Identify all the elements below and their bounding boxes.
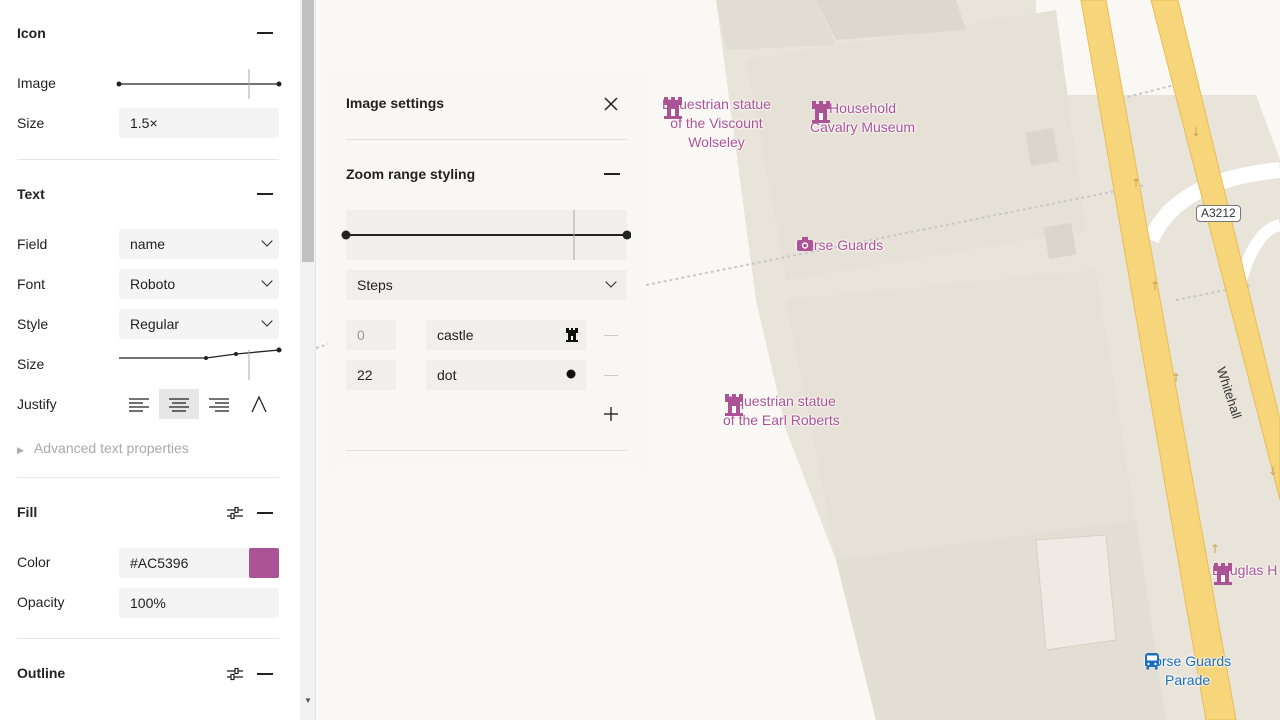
road-shield: A3212 bbox=[1196, 205, 1241, 222]
fill-color-label: Color bbox=[17, 554, 51, 570]
style-label: Style bbox=[17, 316, 49, 332]
castle-icon bbox=[1214, 563, 1232, 585]
bus-icon bbox=[1145, 653, 1159, 670]
collapse-text-section-button[interactable] bbox=[257, 193, 273, 195]
section-heading-icon: Icon bbox=[17, 25, 46, 41]
chevron-down-icon bbox=[261, 235, 273, 247]
sliders-icon[interactable] bbox=[226, 506, 244, 520]
close-icon[interactable] bbox=[603, 96, 619, 112]
field-select[interactable]: name bbox=[119, 229, 279, 259]
style-sidebar: Icon Image Size 1.5× Text Field name Fon… bbox=[0, 0, 300, 720]
castle-icon bbox=[725, 394, 743, 416]
image-label: Image bbox=[17, 75, 56, 91]
icon-size-input[interactable]: 1.5× bbox=[119, 108, 279, 138]
svg-text:↑: ↑ bbox=[1131, 176, 1141, 190]
chevron-down-icon bbox=[605, 276, 617, 288]
stop-zoom-input[interactable]: 22 bbox=[346, 360, 396, 390]
stop-zoom-input[interactable]: 0 bbox=[346, 320, 396, 350]
divider bbox=[346, 139, 627, 140]
fill-color-input[interactable]: #AC5396 bbox=[119, 548, 249, 578]
divider bbox=[17, 159, 279, 160]
poi-douglas[interactable]: Douglas H bbox=[1212, 561, 1277, 585]
image-settings-panel: Image settings Zoom range styling Steps … bbox=[330, 72, 644, 470]
add-stop-plus-icon[interactable] bbox=[603, 406, 619, 422]
svg-text:↓: ↓ bbox=[1268, 464, 1278, 478]
collapse-zoom-range-button[interactable] bbox=[604, 173, 620, 175]
caret-right-icon: ▶ bbox=[17, 445, 24, 455]
svg-text:↓: ↓ bbox=[1191, 125, 1201, 139]
font-select-value: Roboto bbox=[130, 276, 176, 292]
image-zoom-slider[interactable] bbox=[116, 68, 282, 100]
justify-right-button[interactable] bbox=[199, 389, 239, 419]
interpolation-value: Steps bbox=[357, 277, 393, 293]
collapse-fill-section-button[interactable] bbox=[257, 512, 273, 514]
svg-text:↑: ↑ bbox=[1171, 371, 1181, 385]
panel-title: Image settings bbox=[346, 95, 445, 111]
remove-stop-button[interactable] bbox=[604, 335, 618, 336]
collapse-outline-section-button[interactable] bbox=[257, 673, 273, 675]
castle-icon bbox=[664, 97, 682, 119]
stop-image-value: castle bbox=[437, 327, 474, 343]
justify-label: Justify bbox=[17, 396, 57, 412]
zoom-range-slider[interactable] bbox=[341, 210, 631, 260]
camera-icon bbox=[797, 237, 813, 251]
align-right-icon bbox=[209, 398, 229, 412]
divider bbox=[17, 638, 279, 639]
chevron-down-icon bbox=[261, 315, 273, 327]
poi-horse-guards-parade[interactable]: Horse Guards Parade bbox=[1144, 652, 1231, 690]
text-size-zoom-curve[interactable] bbox=[116, 340, 282, 380]
interpolation-select[interactable]: Steps bbox=[346, 270, 627, 300]
remove-stop-button[interactable] bbox=[604, 375, 618, 376]
justify-auto-button[interactable] bbox=[239, 389, 279, 419]
fill-color-swatch[interactable] bbox=[249, 548, 279, 578]
stop-image-value: dot bbox=[437, 367, 457, 383]
zoom-range-min-handle[interactable] bbox=[341, 230, 351, 240]
collapse-icon-section-button[interactable] bbox=[257, 32, 273, 34]
auto-text-icon bbox=[251, 395, 267, 413]
scroll-down-arrow-icon[interactable]: ▼ bbox=[304, 696, 312, 705]
section-heading-text: Text bbox=[17, 186, 45, 202]
zoom-range-track[interactable] bbox=[341, 210, 631, 260]
field-label: Field bbox=[17, 236, 48, 252]
section-heading-outline: Outline bbox=[17, 665, 66, 681]
section-heading-fill: Fill bbox=[17, 504, 38, 520]
justify-center-button[interactable] bbox=[159, 389, 199, 419]
chevron-down-icon bbox=[261, 275, 273, 287]
font-select[interactable]: Roboto bbox=[119, 269, 279, 299]
field-select-value: name bbox=[130, 236, 166, 252]
align-center-icon bbox=[169, 398, 189, 412]
sliders-icon[interactable] bbox=[226, 667, 244, 681]
poi-cavalry-museum[interactable]: Household Cavalry Museum bbox=[810, 99, 915, 137]
opacity-input[interactable]: 100% bbox=[119, 588, 279, 618]
justify-left-button[interactable] bbox=[119, 389, 159, 419]
opacity-label: Opacity bbox=[17, 594, 65, 610]
poi-horse-guards[interactable]: Horse Guards bbox=[796, 236, 883, 255]
icon-size-label: Size bbox=[17, 115, 45, 131]
advanced-text-toggle[interactable]: ▶ Advanced text properties bbox=[17, 440, 189, 456]
align-left-icon bbox=[129, 398, 149, 412]
zoom-range-max-handle[interactable] bbox=[622, 230, 632, 240]
sidebar-scrollbar[interactable]: ▼ bbox=[300, 0, 316, 720]
style-select-value: Regular bbox=[130, 316, 180, 332]
zoom-range-heading: Zoom range styling bbox=[346, 166, 476, 182]
castle-icon bbox=[566, 328, 578, 342]
poi-wolseley-statue[interactable]: Equestrian statue of the Viscount Wolsel… bbox=[662, 95, 771, 152]
svg-text:↑: ↑ bbox=[1210, 542, 1220, 556]
stop-image-input[interactable]: dot bbox=[426, 360, 586, 390]
castle-icon bbox=[812, 101, 830, 123]
advanced-text-label: Advanced text properties bbox=[33, 440, 189, 456]
font-label: Font bbox=[17, 276, 46, 292]
divider bbox=[17, 477, 279, 478]
stop-image-input[interactable]: castle bbox=[426, 320, 586, 350]
text-size-label: Size bbox=[17, 356, 45, 372]
svg-text:↑: ↑ bbox=[1150, 279, 1160, 293]
poi-roberts-statue[interactable]: Equestrian statue of the Earl Roberts bbox=[723, 392, 840, 430]
divider bbox=[346, 450, 627, 451]
dot-icon bbox=[566, 369, 576, 379]
scrollbar-thumb[interactable] bbox=[302, 0, 314, 262]
style-select[interactable]: Regular bbox=[119, 309, 279, 339]
